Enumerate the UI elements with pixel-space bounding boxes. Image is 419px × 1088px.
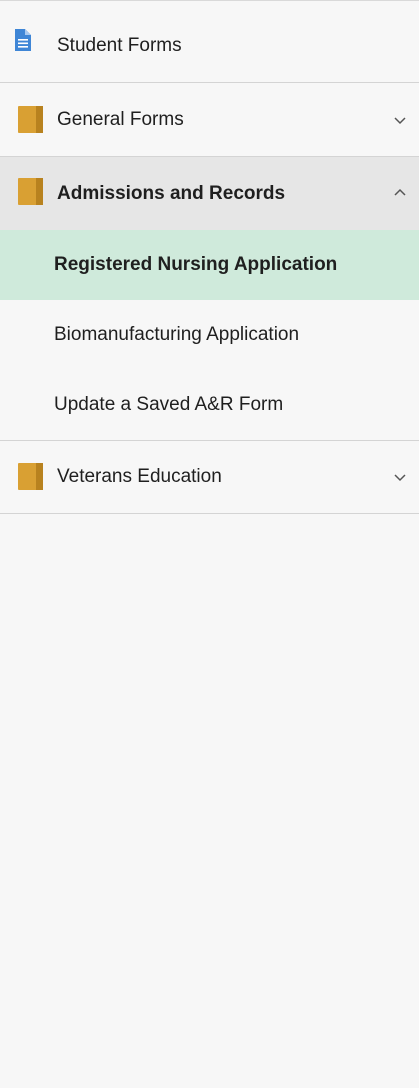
sub-item-label: Biomanufacturing Application [54, 324, 300, 345]
nav-item-label: Student Forms [57, 34, 182, 56]
folder-icon [18, 463, 43, 490]
folder-icon [18, 106, 43, 133]
forms-navigation: Student Forms General Forms Admissions a… [0, 0, 419, 1088]
nav-item-veterans-education[interactable]: Veterans Education [0, 441, 419, 513]
folder-icon [18, 178, 43, 205]
sub-item-label: Registered Nursing Application [54, 254, 338, 275]
nav-item-general-forms[interactable]: General Forms [0, 83, 419, 156]
chevron-down-icon[interactable] [393, 472, 407, 482]
sub-item-registered-nursing-application[interactable]: Registered Nursing Application [0, 230, 419, 300]
nav-item-label: General Forms [57, 108, 184, 130]
nav-item-label: Veterans Education [57, 466, 222, 487]
sub-item-biomanufacturing-application[interactable]: Biomanufacturing Application [0, 300, 419, 370]
sub-item-label: Update a Saved A&R Form [54, 394, 284, 415]
nav-item-admissions-and-records[interactable]: Admissions and Records [0, 157, 419, 230]
nav-item-student-forms[interactable]: Student Forms [0, 9, 419, 82]
chevron-down-icon[interactable] [393, 115, 407, 125]
chevron-up-icon[interactable] [393, 188, 407, 198]
nav-item-label: Admissions and Records [57, 182, 286, 204]
document-icon [15, 29, 31, 51]
divider [0, 513, 419, 514]
sub-item-update-saved-form[interactable]: Update a Saved A&R Form [0, 370, 419, 440]
